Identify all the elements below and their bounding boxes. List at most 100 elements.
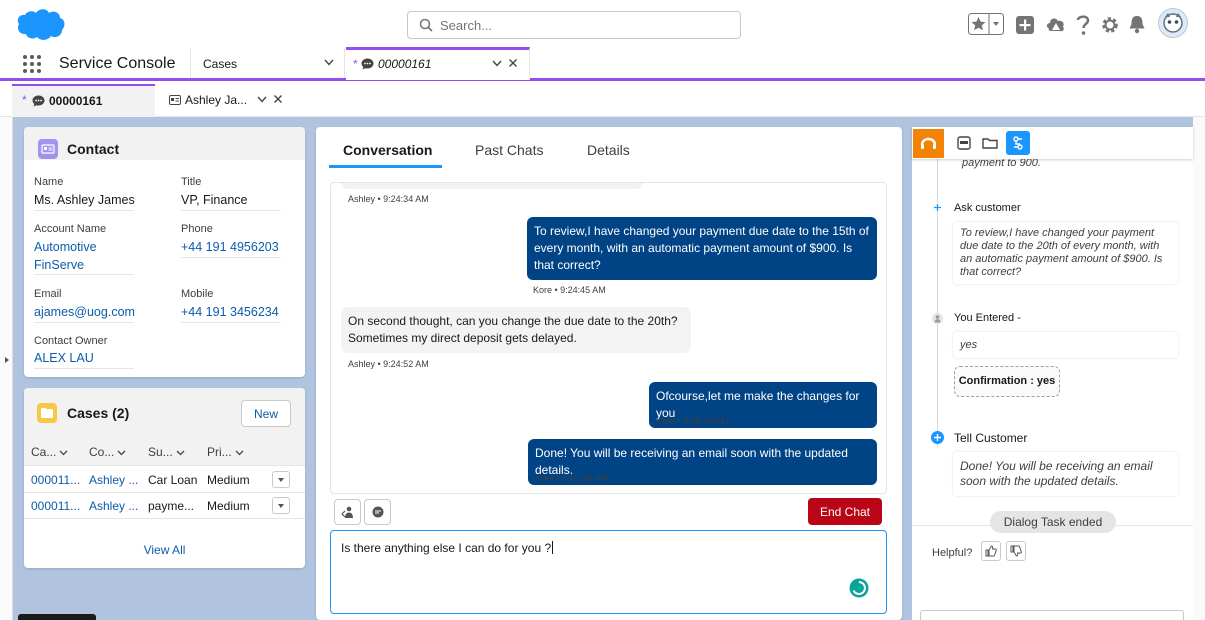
right-scroll-edge[interactable]	[1193, 117, 1205, 620]
column-header-priority[interactable]: Pri...	[207, 445, 244, 459]
contact-icon	[38, 139, 58, 159]
close-icon[interactable]	[508, 58, 518, 68]
console-nav-bar: Service Console Cases * 00000161	[0, 47, 1205, 81]
chevron-down-icon[interactable]	[257, 96, 267, 103]
mobile-label: Mobile	[181, 288, 214, 300]
salesforce-cloud-logo-icon[interactable]	[16, 7, 66, 41]
setup-gear-icon[interactable]	[1100, 15, 1120, 35]
case-priority: Medium	[207, 473, 250, 487]
ask-customer-message: To review,I have changed your payment du…	[953, 222, 1178, 284]
subtab-contact-ashley[interactable]: Ashley Ja...	[160, 84, 290, 117]
new-case-button[interactable]: New	[241, 400, 291, 427]
message-timestamp: Ashley • 9:24:52 AM	[348, 359, 429, 369]
chevron-down-icon[interactable]	[492, 60, 502, 67]
chevron-down-icon	[235, 450, 244, 456]
related-cases-card: Cases (2) New Ca... Co... Su... Pri... 0…	[24, 388, 305, 568]
taskbar-fragment	[18, 614, 96, 620]
cases-card-title: Cases (2)	[67, 405, 130, 421]
case-contact-link[interactable]: Ashley ...	[89, 473, 138, 487]
account-name-link-line2[interactable]: FinServe	[34, 256, 84, 274]
trailhead-icon[interactable]	[1046, 15, 1066, 35]
tell-customer-message: Done! You will be receiving an email soo…	[953, 452, 1178, 496]
you-entered-label: You Entered -	[954, 312, 1021, 324]
app-launcher-waffle-icon[interactable]	[22, 54, 42, 74]
tab-past-chats[interactable]: Past Chats	[475, 142, 543, 158]
case-number-link[interactable]: 000011...	[31, 473, 80, 487]
phone-link[interactable]: +44 191 4956203	[181, 238, 279, 256]
subtab-active-label: 00000161	[49, 94, 103, 108]
user-avatar[interactable]	[1158, 8, 1188, 38]
nav-tab-cases[interactable]: Cases	[190, 48, 345, 78]
quick-text-button[interactable]	[364, 499, 391, 525]
contact-card: Contact Name Ms. Ashley James Title VP, …	[24, 127, 305, 377]
case-subject: payme...	[148, 499, 195, 513]
global-actions-plus-icon[interactable]	[1016, 16, 1034, 34]
agent-transfer-button[interactable]	[334, 499, 361, 525]
agent-assist-headset-icon[interactable]	[913, 129, 944, 158]
record-card-icon[interactable]	[952, 131, 976, 155]
contact-card-icon	[169, 95, 181, 105]
end-chat-button[interactable]: End Chat	[808, 498, 882, 525]
case-contact-link[interactable]: Ashley ...	[89, 499, 138, 513]
flow-node-user-icon	[932, 313, 943, 324]
table-row: 000011... Ashley ... payme... Medium	[24, 493, 305, 519]
row-actions-menu-button[interactable]	[272, 497, 290, 514]
message-timestamp: Ashley • 9:24:34 AM	[348, 194, 429, 204]
tab-details[interactable]: Details	[587, 142, 630, 158]
row-actions-menu-button[interactable]	[272, 471, 290, 488]
title-label: Title	[181, 176, 202, 188]
divider	[181, 322, 281, 323]
chevron-down-icon	[59, 450, 68, 456]
dialog-flow-icon[interactable]	[1006, 131, 1030, 155]
account-name-link-line1[interactable]: Automotive	[34, 238, 97, 256]
subtab-bar: * 00000161 Ashley Ja...	[0, 84, 1205, 117]
thumbs-down-button[interactable]	[1006, 541, 1026, 561]
contact-name: Ms. Ashley James	[34, 193, 135, 207]
transfer-person-icon	[341, 506, 353, 518]
column-header-case[interactable]: Ca...	[31, 445, 68, 459]
case-number-link[interactable]: 000011...	[31, 499, 80, 513]
email-link[interactable]: ajames@uog.com	[34, 303, 135, 321]
mobile-link[interactable]: +44 191 3456234	[181, 303, 279, 321]
close-icon[interactable]	[273, 94, 283, 104]
chat-message-input[interactable]: Is there anything else I can do for you …	[330, 530, 887, 614]
thumbs-up-button[interactable]	[981, 541, 1001, 561]
left-panel-collapse-handle[interactable]	[0, 117, 13, 620]
flow-node-icon	[933, 203, 942, 212]
assist-search-input[interactable]	[920, 610, 1184, 620]
chat-transcript[interactable]: Ashley • 9:24:34 AM To review,I have cha…	[330, 182, 887, 494]
column-header-contact[interactable]: Co...	[89, 445, 126, 459]
thumbs-up-icon	[985, 545, 997, 557]
view-all-cases-link[interactable]: View All	[24, 543, 305, 557]
table-row: 000011... Ashley ... Car Loan Medium	[24, 467, 305, 493]
ai-assist-spinner-icon[interactable]	[849, 578, 869, 598]
contact-owner-link[interactable]: ALEX LAU	[34, 349, 94, 367]
help-icon[interactable]	[1075, 14, 1091, 36]
divider	[181, 257, 281, 258]
confirmation-chip: Confirmation : yes	[954, 366, 1060, 397]
column-header-subject[interactable]: Su...	[148, 445, 185, 459]
case-subject: Car Loan	[148, 473, 198, 487]
conversation-panel: Conversation Past Chats Details Ashley •…	[316, 127, 902, 620]
chat-toolbar: End Chat	[330, 494, 887, 530]
subtab-case-record[interactable]: * 00000161	[12, 84, 155, 117]
message-bubble-agent: To review,I have changed your payment du…	[527, 217, 877, 280]
divider	[34, 322, 134, 323]
chevron-down-icon[interactable]	[324, 59, 334, 66]
contact-card-title: Contact	[67, 141, 120, 157]
folder-icon[interactable]	[978, 131, 1002, 155]
global-search[interactable]	[407, 11, 741, 39]
notifications-bell-icon[interactable]	[1128, 14, 1146, 34]
unsaved-marker: *	[22, 93, 27, 107]
account-name-label: Account Name	[34, 223, 107, 235]
phone-label: Phone	[181, 223, 213, 235]
favorites-button[interactable]	[968, 13, 1004, 35]
nav-tab-case-record[interactable]: * 00000161	[346, 47, 530, 80]
agent-assist-panel: payment to 900. Ask customer To review,I…	[912, 127, 1193, 620]
flow-timeline-line	[937, 157, 938, 447]
search-input[interactable]	[440, 15, 730, 35]
chevron-down-icon	[176, 450, 185, 456]
tab-conversation[interactable]: Conversation	[343, 142, 432, 158]
global-header	[0, 0, 1205, 48]
active-tab-indicator	[329, 165, 442, 168]
